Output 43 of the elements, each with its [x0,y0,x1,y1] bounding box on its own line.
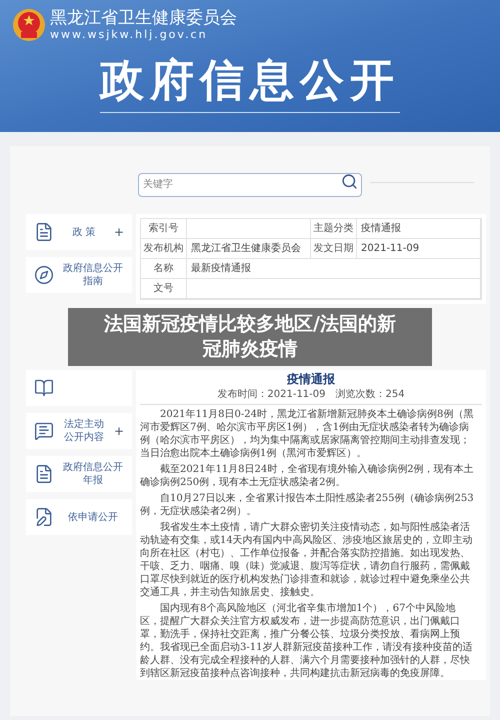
compass-icon [34,265,54,285]
table-label: 发布机构 [141,239,187,258]
table-value: 2021-11-09 [357,239,481,258]
sidebar-label: 政 策 [71,226,97,238]
table-label: 文号 [141,279,187,298]
emblem-icon [12,8,46,42]
sidebar-label: 法定主动公开内容 [62,418,105,444]
banner-title: 政府信息公开 [100,54,400,113]
org-name: 黑龙江省卫生健康委员会 [50,8,237,28]
expand-toggle[interactable]: + [114,226,124,238]
sidebar-item[interactable]: 政府信息公开年报 [26,456,132,492]
sidebar-item[interactable]: 政府信息公开指南 [26,257,132,293]
article-title: 疫情通报 [287,371,335,387]
table-label: 名称 [141,259,187,278]
table-value: 最新疫情通报 [187,259,481,278]
sidebar-label: 政府信息公开指南 [62,262,124,288]
sidebar-label: 依申请公开 [67,510,119,524]
article-paragraph: 2021年11月8日0-24时，黑龙江省新增新冠肺炎本土确诊病例8例（黑河市爱辉区7例、哈尔滨市平房区1例），含1例由无症状感染者转为确诊病例（哈尔滨市平房区），均为集中隔离或居家隔离管控期间主动排查发现；当日治愈出院本土确诊病例1例（黑河市爱辉区）。 [140,408,474,460]
search-icon[interactable] [341,173,358,190]
table-value: 疫情通报 [357,219,481,238]
article-paragraph: 截至2021年11月8日24时，全省现有境外输入确诊病例2例，现有本土确诊病例250例，现有本土无症状感染者2例。 [140,463,474,489]
expand-toggle[interactable]: + [114,425,124,437]
table-label: 主题分类 [311,219,357,238]
article-meta: 发布时间：2021-11-09 浏览次数：254 [217,388,405,402]
site-url: www.wsjkw.hlj.gov.cn [50,28,209,42]
article-paragraph: 我省发生本土疫情，请广大群众密切关注疫情动态，如与阳性感染者活动轨迹有交集，或14天内有国内中高风险区、涉疫地区旅居史的，立即主动向所在社区（村屯）、工作单位报备，并配合落实防控措施。如出现发热、干咳、乏力、咽痛、嗅（味）觉减退、腹泻等症状，请勿自行服药，需佩戴口罩尽快到就近的医疗机构发热门诊排查和就诊，就诊过程中避免乘坐公共交通工具，并主动告知旅居史、接触史。 [140,521,474,599]
table-value: 黑龙江省卫生健康委员会 [187,239,311,258]
document-icon [34,464,54,484]
sidebar-label: 政府信息公开年报 [62,461,124,487]
article-paragraph: 自10月27日以来，全省累计报告本土阳性感染者255例（确诊病例253例，无症状感染者2例）。 [140,492,474,518]
table-label: 发文日期 [311,239,357,258]
book-icon [34,378,54,398]
edit-icon [34,507,54,527]
article-paragraph: 国内现有8个高风险地区（河北省辛集市增加1个），67个中风险地区，提醒广大群众关注官方权威发布，进一步提高防范意识，出门佩戴口罩，勤洗手，保持社交距离，推广分餐公筷、垃圾分类投放、看病网上预约。我省现已全面启动3-11岁人群新冠疫苗接种工作，请没有接种疫苗的适龄人群、没有完成全程接种的人群、满六个月需要接种加强针的人群，尽快到辖区新冠疫苗接种点咨询接种，共同构建抗击新冠病毒的免疫屏障。 [140,602,474,680]
document-icon [34,222,54,242]
table-label: 索引号 [141,219,187,238]
caption-text: 冠肺炎疫情 [202,337,298,362]
sidebar-item[interactable]: 政 策 + [26,214,132,250]
sidebar-item[interactable] [26,370,132,406]
caption-text: 法国新冠疫情比较多地区/法国的新 [104,312,396,337]
chat-icon [34,421,54,441]
sidebar-item[interactable]: 依申请公开 [26,499,132,535]
search-field[interactable]: 关键字 [138,172,362,196]
